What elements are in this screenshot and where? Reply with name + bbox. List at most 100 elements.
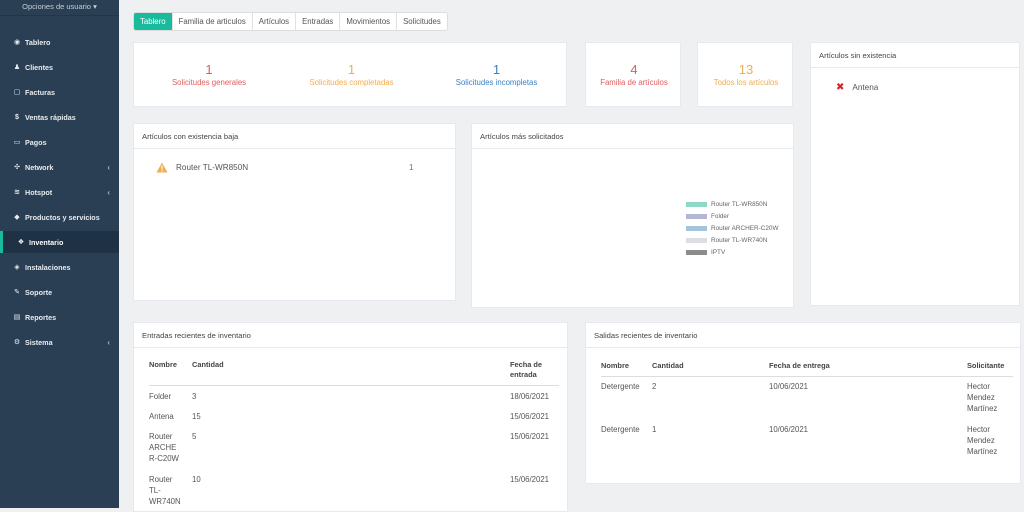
tab-0[interactable]: Tablero [134, 13, 173, 30]
table-cell: 10/06/2021 [769, 382, 809, 391]
sidebar-item-sistema[interactable]: ⚙ Sistema ‹ [0, 331, 119, 353]
network-icon: ✣ [14, 164, 20, 171]
sidebar-item-ventas-rápidas[interactable]: $ Ventas rápidas [0, 106, 119, 128]
column-header: Cantidad [192, 360, 224, 369]
table-cell: 10 [192, 475, 201, 484]
column-header: Fecha de entrega [769, 361, 830, 370]
existencia-baja-panel: Artículos con existencia baja Router TL-… [133, 123, 456, 301]
table-cell: Antena [149, 412, 174, 421]
sidebar-item-inventario[interactable]: ❖ Inventario [0, 231, 119, 253]
stat-todos-articulos[interactable]: 13 Todos los artículos [698, 62, 794, 88]
table-header: Nombre Cantidad Fecha de entrada [149, 360, 559, 384]
sidebar-item-label: Network [25, 162, 54, 172]
sidebar-item-tablero[interactable]: ◉ Tablero [0, 31, 119, 53]
stat-value: 1 [205, 62, 213, 77]
sidebar-item-productos-y-servicios[interactable]: ◆ Productos y servicios [0, 206, 119, 228]
column-header: Cantidad [652, 361, 684, 370]
table-cell: Hector Mendez Martínez [967, 382, 998, 413]
dashboard-icon: ◉ [13, 39, 21, 46]
legend-label: Folder [711, 212, 730, 220]
stat-value: 1 [492, 62, 501, 77]
sidebar-item-label: Sistema [25, 337, 53, 347]
table-cell: Hector Mendez Martínez [967, 425, 998, 456]
column-header: Solicitante [967, 361, 1005, 370]
column-header: Nombre [149, 360, 177, 369]
mas-solicitados-panel: Artículos más solicitados Router TL-WR85… [471, 123, 794, 308]
legend-swatch [686, 201, 707, 207]
familia-stat-panel: 4 Familia de artículos [585, 42, 681, 107]
legend-entry[interactable]: IPTV [686, 246, 778, 258]
panel-title: Entradas recientes de inventario [134, 323, 567, 348]
table-cell: 10/06/2021 [769, 425, 809, 434]
tab-2[interactable]: Artículos [253, 13, 297, 30]
chevron-left-icon: ‹ [107, 337, 110, 347]
column-header: Nombre [601, 361, 629, 370]
legend-label: Router TL-WR740N [711, 236, 768, 244]
list-item: ✖ Antena [836, 82, 878, 93]
legend-label: Router TL-WR850N [711, 200, 768, 208]
stat-label: Todos los artículos [713, 78, 779, 87]
table-cell: 2 [652, 382, 657, 391]
warning-icon [156, 162, 168, 173]
close-icon: ✖ [836, 82, 845, 93]
legend-swatch [686, 249, 707, 255]
panel-title: Artículos sin existencia [811, 43, 1019, 68]
salidas-panel: Salidas recientes de inventario Nombre C… [585, 322, 1021, 484]
sidebar-item-clientes[interactable]: ♟ Clientes [0, 56, 119, 78]
sidebar-item-pagos[interactable]: ▭ Pagos [0, 131, 119, 153]
table-cell: 15/06/2021 [510, 412, 550, 421]
sidebar-item-hotspot[interactable]: ≋ Hotspot ‹ [0, 181, 119, 203]
legend-entry[interactable]: Folder [686, 210, 778, 222]
divider [601, 376, 1013, 377]
table-cell: Folder [149, 392, 172, 401]
panel-title: Salidas recientes de inventario [586, 323, 1020, 348]
table-cell: 3 [192, 392, 197, 401]
legend-entry[interactable]: Router TL-WR740N [686, 234, 778, 246]
stat-solicitudes-incompletas[interactable]: 1 Solicitudes incompletas [439, 62, 554, 88]
sidebar-item-facturas[interactable]: ▢ Facturas [0, 81, 119, 103]
panel-title: Artículos con existencia baja [134, 124, 455, 149]
legend-swatch [686, 213, 707, 219]
sidebar-item-soporte[interactable]: ✎ Soporte [0, 281, 119, 303]
sidebar-item-network[interactable]: ✣ Network ‹ [0, 156, 119, 178]
tag-icon: ◈ [14, 264, 20, 271]
entradas-table: Nombre Cantidad Fecha de entrada Folder 3… [149, 360, 559, 506]
users-icon: ♟ [13, 64, 21, 71]
sidebar-item-label: Hotspot [25, 187, 53, 197]
sidebar-item-label: Reportes [25, 312, 57, 322]
tab-3[interactable]: Entradas [296, 13, 341, 30]
legend-entry[interactable]: Router TL-WR850N [686, 198, 778, 210]
sidebar-item-reportes[interactable]: ▤ Reportes [0, 306, 119, 328]
item-name: Antena [852, 83, 879, 92]
dollar-icon: $ [15, 113, 19, 121]
table-cell: 15/06/2021 [510, 432, 550, 441]
tab-1[interactable]: Familia de articulos [173, 13, 253, 30]
sidebar-item-instalaciones[interactable]: ◈ Instalaciones [0, 256, 119, 278]
table-cell: 15/06/2021 [510, 475, 550, 484]
stat-familia-articulos[interactable]: 4 Familia de artículos [586, 63, 682, 88]
column-header: Fecha de entrada [510, 360, 543, 379]
tab-4[interactable]: Movimientos [340, 13, 398, 30]
stat-value: 13 [738, 62, 754, 77]
low-stock-item: Router TL-WR850N 1 [156, 162, 416, 173]
chart-legend: Router TL-WR850N Folder Router ARCHER-C20W… [686, 198, 778, 258]
sidebar-item-label: Instalaciones [25, 262, 71, 272]
stat-solicitudes-completadas[interactable]: 1 Solicitudes completadas [294, 63, 409, 88]
tab-5[interactable]: Solicitudes [397, 13, 447, 30]
user-menu[interactable]: Opciones de usuario ▾ [0, 0, 119, 16]
sidebar-item-label: Ventas rápidas [25, 112, 76, 122]
chevron-left-icon: ‹ [107, 187, 110, 197]
item-name: Router TL-WR850N [176, 163, 249, 172]
legend-entry[interactable]: Router ARCHER-C20W [686, 222, 778, 234]
stat-solicitudes-generales[interactable]: 1 Solicitudes generales [154, 62, 264, 88]
divider [149, 385, 559, 386]
sidebar-item-label: Inventario [29, 237, 64, 247]
legend-label: IPTV [711, 248, 726, 256]
sidebar-item-label: Clientes [25, 62, 53, 72]
legend-label: Router ARCHER-C20W [711, 224, 779, 232]
table-cell: Detergente [601, 382, 640, 391]
sidebar-item-label: Pagos [25, 137, 47, 147]
legend-swatch [686, 225, 707, 231]
salidas-table: Nombre Cantidad Fecha de entrega Solicit… [601, 361, 1013, 456]
wrench-icon: ✎ [14, 289, 20, 296]
